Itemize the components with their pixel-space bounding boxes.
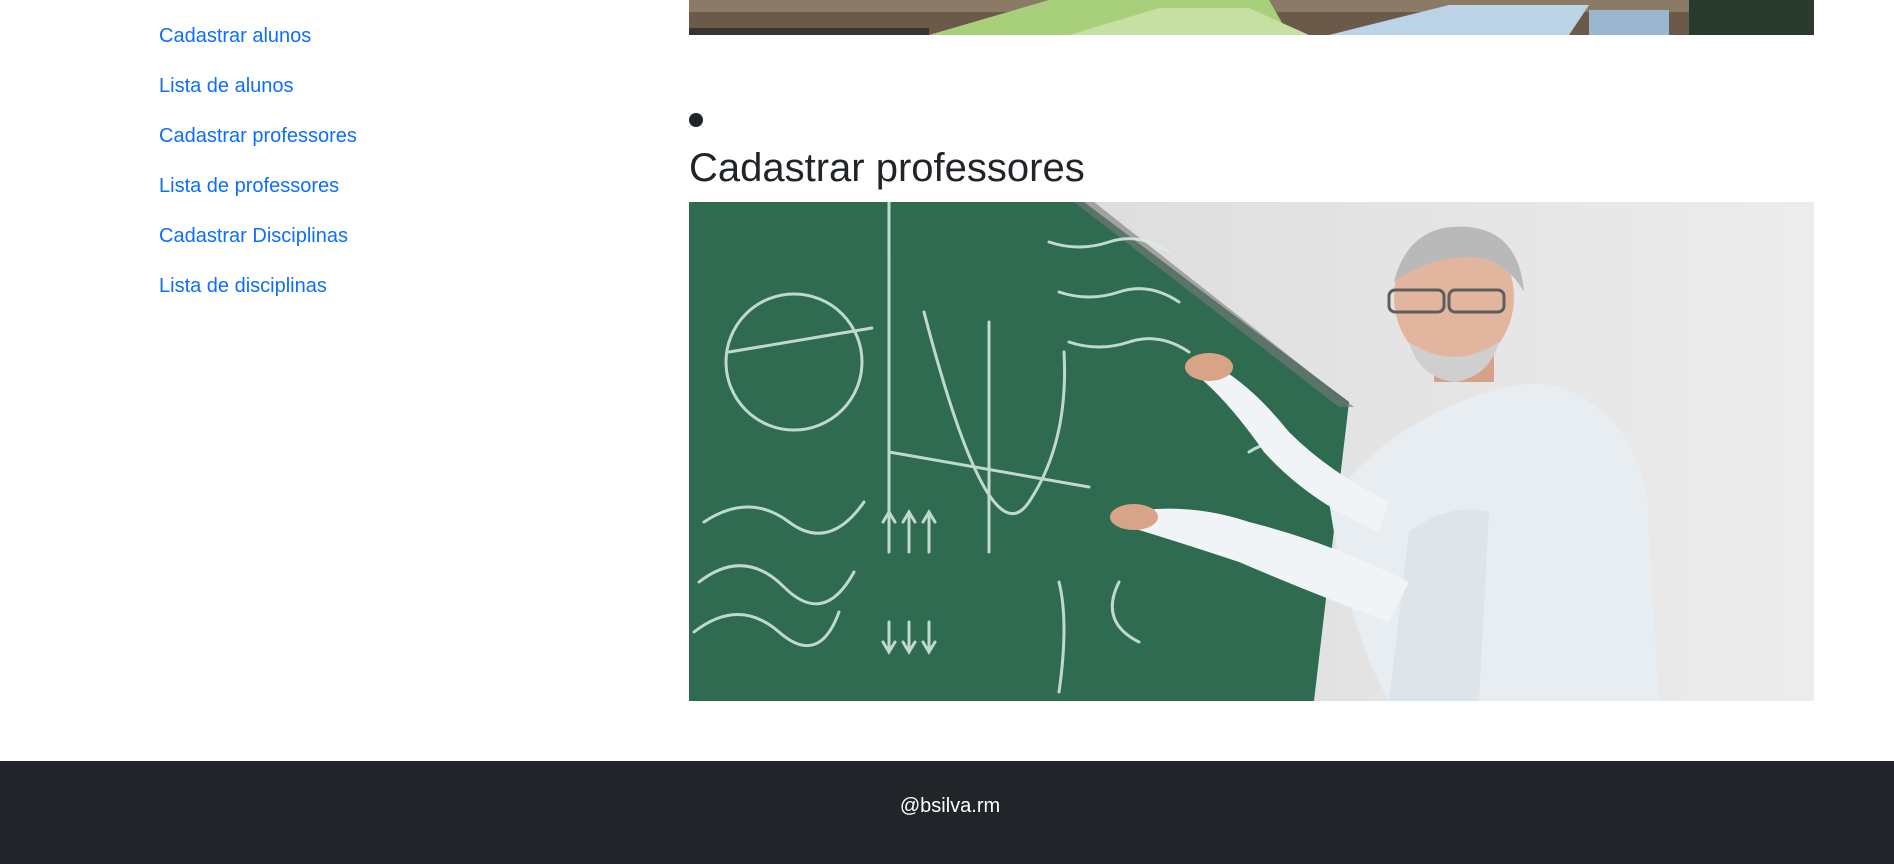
footer-credit: @bsilva.rm [899, 795, 1001, 817]
sidebar-link-cadastrar-professores[interactable]: Cadastrar professores [159, 124, 357, 148]
teacher-chalkboard-image [689, 202, 1814, 701]
sidebar-link-lista-alunos[interactable]: Lista de alunos [159, 74, 294, 98]
previous-section-image [689, 0, 1814, 35]
section-heading: Cadastrar professores [689, 146, 1085, 190]
sidebar-link-lista-professores[interactable]: Lista de professores [159, 174, 339, 198]
sidebar-link-lista-disciplinas[interactable]: Lista de disciplinas [159, 274, 327, 298]
sidebar-link-cadastrar-disciplinas[interactable]: Cadastrar Disciplinas [159, 224, 348, 248]
sidebar-link-cadastrar-alunos[interactable]: Cadastrar alunos [159, 24, 311, 48]
list-bullet [689, 113, 703, 127]
